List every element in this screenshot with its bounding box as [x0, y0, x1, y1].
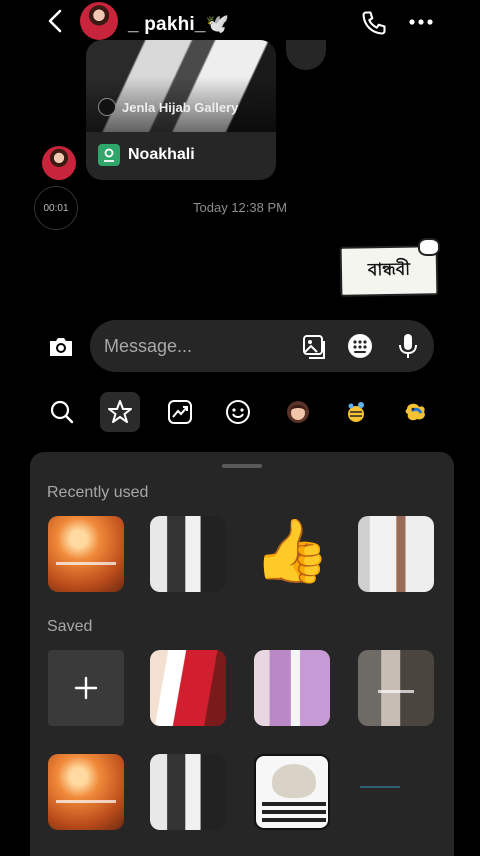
back-button[interactable]: [40, 6, 70, 36]
post-image: [86, 40, 276, 132]
phone-icon: [362, 11, 386, 35]
bird-sticker-tab[interactable]: [396, 392, 436, 432]
meme-caption: [262, 802, 326, 806]
star-icon: [108, 400, 132, 423]
recently-used-title: Recently used: [47, 484, 149, 501]
avatar-icon: [287, 401, 309, 423]
username[interactable]: _ pakhi_🕊️: [128, 12, 230, 36]
sticker-caption: [378, 690, 414, 693]
gallery-icon: [303, 335, 325, 359]
add-saved-button[interactable]: [48, 650, 124, 726]
message-timestamp: Today 12:38 PM: [193, 200, 287, 215]
recent-sticker-4[interactable]: [358, 516, 434, 592]
sticker-text: বান্ধবী: [367, 259, 411, 281]
saved-sticker-1[interactable]: [150, 650, 226, 726]
sender-avatar[interactable]: [42, 146, 76, 180]
recent-sticker-1[interactable]: [48, 516, 124, 592]
search-tab[interactable]: [42, 392, 82, 432]
shared-post-card[interactable]: Jenla Hijab Gallery Noakhali: [86, 40, 276, 180]
message-composer: [90, 320, 434, 372]
call-button[interactable]: [360, 9, 388, 37]
sticker-caption: [56, 800, 116, 803]
sticker-caption: [56, 562, 116, 565]
recent-sticker-2[interactable]: [150, 516, 226, 592]
camera-icon: [50, 338, 72, 356]
forward-button[interactable]: [286, 40, 326, 70]
avatar[interactable]: [80, 2, 118, 40]
post-location-name: Noakhali: [128, 146, 195, 163]
sticker-face-icon: [418, 238, 440, 256]
saved-sticker-3[interactable]: [358, 650, 434, 726]
sticker-button[interactable]: [346, 332, 374, 360]
panel-drag-handle[interactable]: [222, 464, 262, 468]
trending-tab[interactable]: [160, 392, 200, 432]
saved-sticker-7[interactable]: [360, 786, 400, 788]
sent-sticker[interactable]: বান্ধবী: [338, 238, 440, 300]
location-pin-icon: [98, 144, 120, 166]
saved-sticker-2[interactable]: [254, 650, 330, 726]
saved-tab[interactable]: [100, 392, 140, 432]
more-dots-icon: [409, 19, 433, 25]
thumbs-up-sticker[interactable]: 👍: [253, 512, 330, 592]
bee-sticker-icon: [348, 402, 364, 422]
chevron-left-icon: [48, 9, 62, 33]
camera-button[interactable]: [46, 332, 76, 362]
sticker-icon: [348, 334, 372, 358]
trending-icon: [168, 400, 192, 424]
bird-sticker-icon: [405, 403, 425, 421]
plus-icon: [74, 676, 98, 700]
saved-sticker-6[interactable]: [254, 754, 330, 830]
post-source: Jenla Hijab Gallery: [98, 98, 238, 116]
avatar-tab[interactable]: [278, 392, 318, 432]
post-location[interactable]: Noakhali: [98, 144, 195, 166]
bee-sticker-tab[interactable]: [336, 392, 376, 432]
post-source-name: Jenla Hijab Gallery: [122, 99, 239, 115]
emoji-tab[interactable]: [218, 392, 258, 432]
saved-sticker-4[interactable]: [48, 754, 124, 830]
microphone-button[interactable]: [394, 332, 422, 360]
saved-sticker-5[interactable]: [150, 754, 226, 830]
saved-title: Saved: [47, 618, 93, 635]
chat-header: _ pakhi_🕊️: [0, 0, 480, 44]
microphone-icon: [399, 334, 417, 358]
source-avatar: [98, 98, 116, 116]
message-input[interactable]: [104, 332, 294, 360]
cat-image: [272, 764, 316, 798]
gallery-button[interactable]: [300, 332, 328, 360]
search-icon: [50, 400, 74, 424]
emoji-icon: [226, 400, 250, 424]
more-button[interactable]: [406, 8, 436, 36]
